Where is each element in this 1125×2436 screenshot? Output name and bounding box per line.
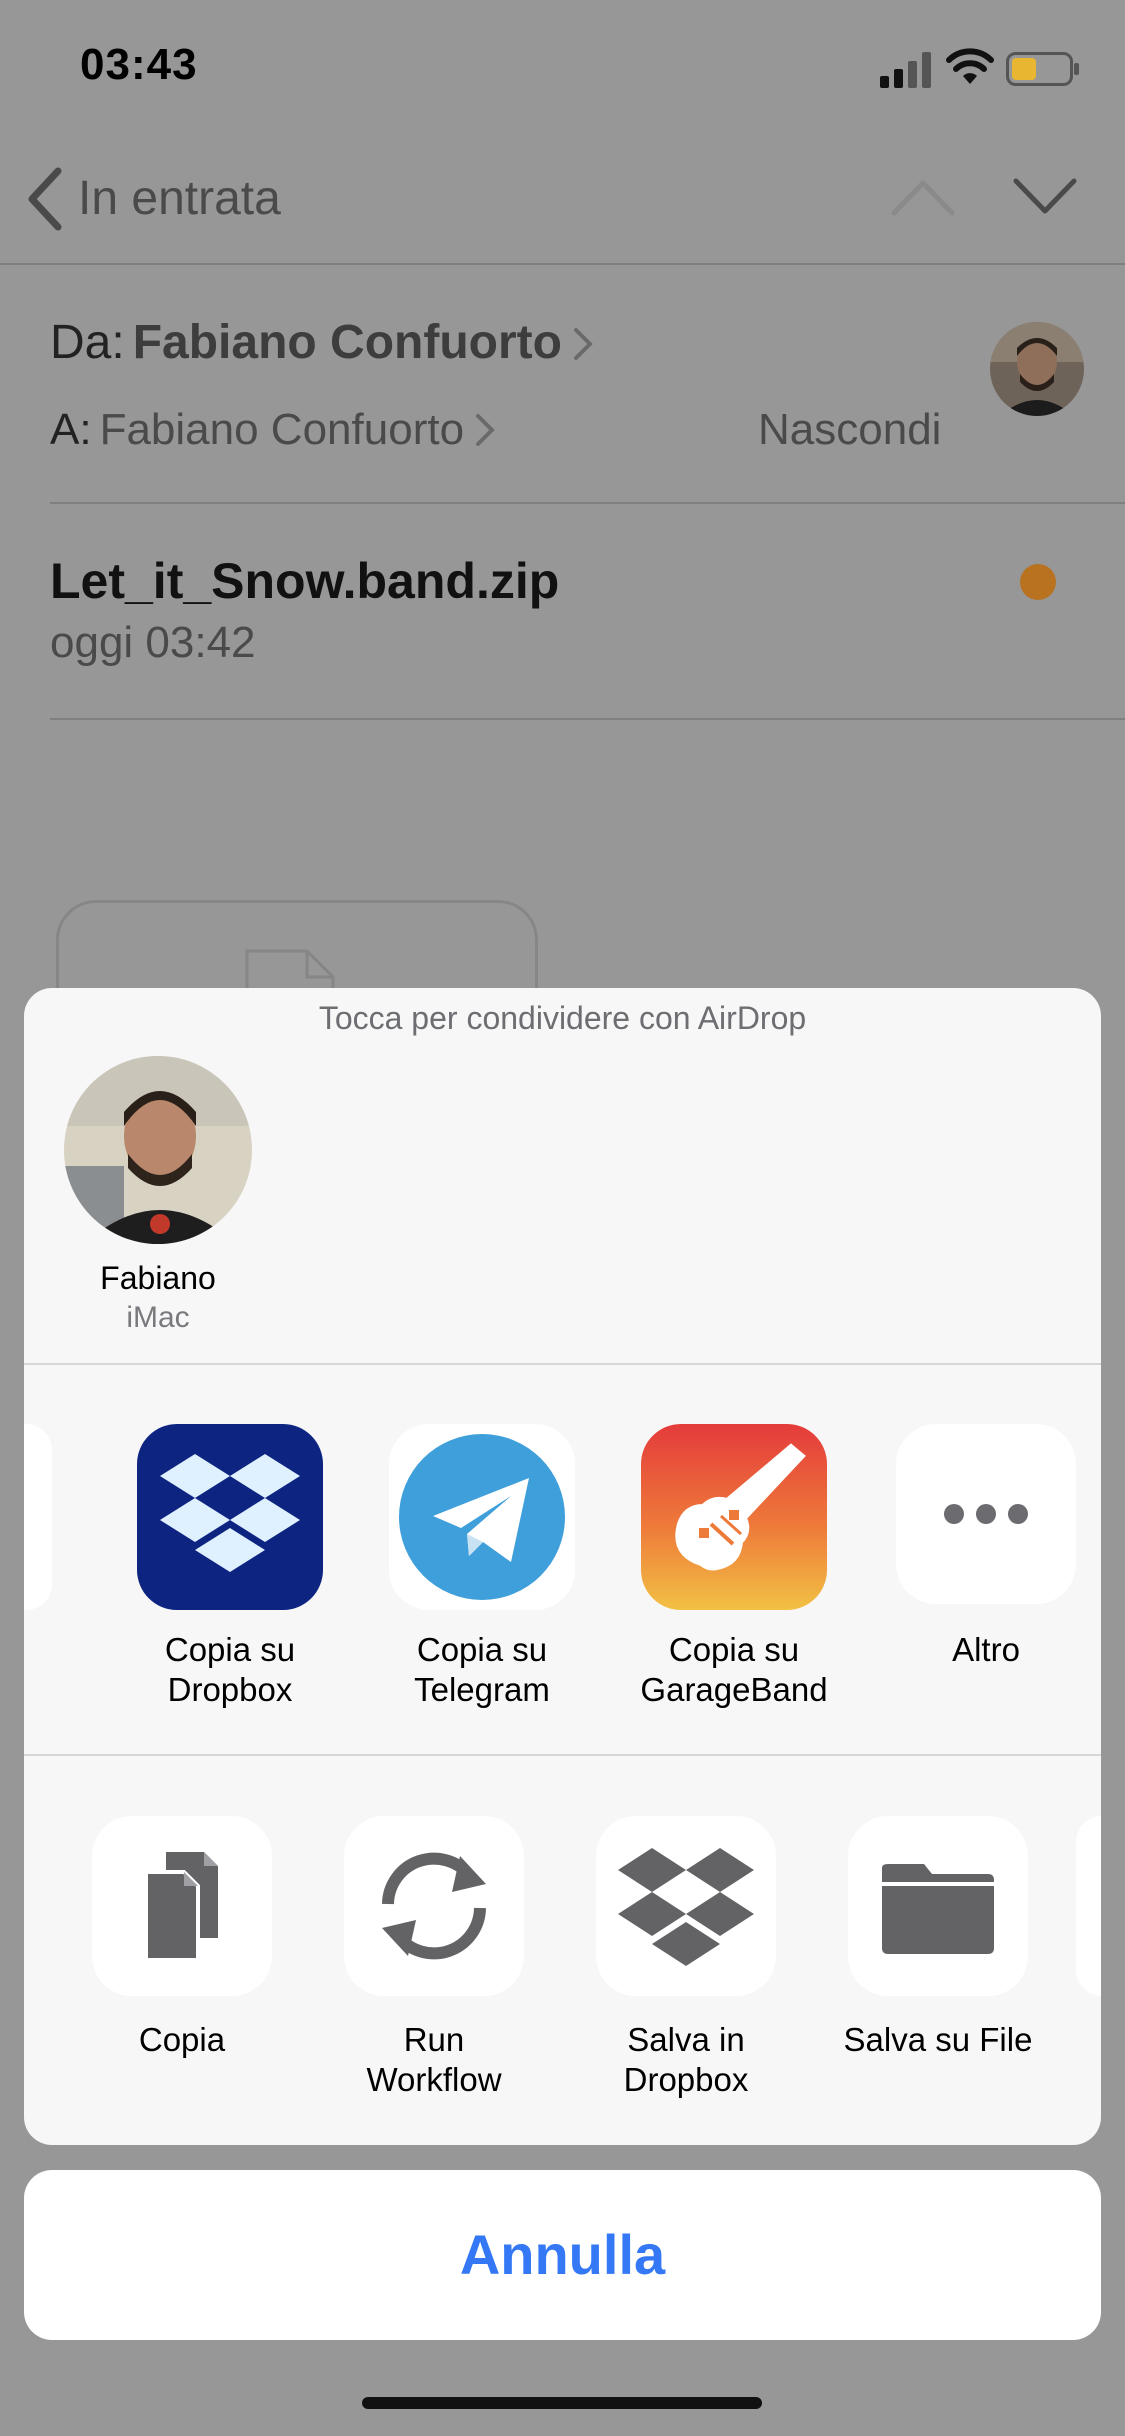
folder-icon[interactable]: [848, 1816, 1028, 1996]
garageband-app-icon[interactable]: [641, 1424, 827, 1610]
subject-divider: [50, 718, 1125, 720]
airdrop-target[interactable]: Fabiano iMac: [64, 1056, 252, 1335]
share-app-label-line2: Telegram: [414, 1671, 550, 1708]
partial-app-icon[interactable]: [24, 1424, 52, 1610]
previous-message-chevron-up-icon[interactable]: [890, 177, 956, 217]
share-app-label-line1: Copia su: [416, 1631, 548, 1668]
status-bar: 03:43: [0, 0, 1125, 135]
to-label: A:: [50, 405, 92, 454]
to-row[interactable]: A: Fabiano Confuorto: [50, 405, 496, 455]
share-app-label-line2: GarageBand: [640, 1671, 828, 1708]
share-app-label-line1: Altro: [952, 1631, 1020, 1668]
airdrop-avatar[interactable]: [64, 1056, 252, 1244]
action-run-workflow[interactable]: Run Workflow: [314, 1816, 554, 2100]
status-time: 03:43: [80, 40, 198, 89]
refresh-icon[interactable]: [344, 1816, 524, 1996]
action-label-line1: Salva in: [627, 2021, 745, 2058]
unread-dot-icon: [1020, 564, 1056, 600]
airdrop-person-name: Fabiano: [100, 1260, 216, 1296]
from-name[interactable]: Fabiano Confuorto: [133, 316, 562, 369]
share-apps-row: Copia su Dropbox Copia su Telegram Copia…: [24, 1424, 1101, 1724]
share-app-label-line2: Dropbox: [167, 1671, 293, 1708]
chevron-right-icon: [476, 414, 495, 446]
airdrop-hint: Tocca per condividere con AirDrop: [318, 1000, 807, 1036]
cancel-button[interactable]: Annulla: [24, 2170, 1101, 2340]
more-icon[interactable]: [896, 1424, 1076, 1604]
wifi-icon: [946, 48, 994, 84]
battery-icon: [1006, 52, 1079, 86]
hide-details-link[interactable]: Nascondi: [758, 405, 941, 455]
sender-photo-icon: [990, 322, 1084, 416]
dropbox-icon[interactable]: [596, 1816, 776, 1996]
share-app-more[interactable]: Altro: [866, 1424, 1101, 1670]
action-save-dropbox[interactable]: Salva in Dropbox: [566, 1816, 806, 2100]
back-chevron-icon[interactable]: [26, 167, 64, 231]
section-separator: [24, 1754, 1101, 1756]
dropbox-app-icon[interactable]: [137, 1424, 323, 1610]
action-label-line1: Salva su File: [843, 2021, 1033, 2058]
back-button-inbox[interactable]: In entrata: [78, 171, 281, 226]
share-app-telegram[interactable]: Copia su Telegram: [362, 1424, 602, 1710]
home-indicator[interactable]: [362, 2397, 762, 2409]
section-separator: [24, 1363, 1101, 1365]
sender-avatar[interactable]: [990, 322, 1084, 416]
partial-action-icon[interactable]: [1076, 1816, 1101, 1996]
header-divider: [50, 502, 1125, 504]
action-copy[interactable]: Copia: [62, 1816, 302, 2060]
copy-icon[interactable]: [92, 1816, 272, 1996]
action-label-line2: Dropbox: [623, 2061, 749, 2098]
from-label: Da:: [50, 316, 125, 369]
share-app-label-line1: Copia su: [164, 1631, 296, 1668]
telegram-app-icon[interactable]: [389, 1424, 575, 1610]
chevron-right-icon: [573, 328, 593, 360]
next-message-chevron-down-icon[interactable]: [1012, 177, 1078, 217]
mail-navigation-bar: In entrata: [0, 135, 1125, 265]
share-actions-row: Copia Run Workflow Salva in Dropbox Salv…: [24, 1816, 1101, 2116]
action-save-files[interactable]: Salva su File: [818, 1816, 1058, 2060]
cellular-signal-icon: [880, 52, 931, 88]
share-app-label-line1: Copia su: [668, 1631, 800, 1668]
share-app-garageband[interactable]: Copia su GarageBand: [614, 1424, 854, 1710]
mail-subject: Let_it_Snow.band.zip: [50, 553, 560, 609]
to-name[interactable]: Fabiano Confuorto: [100, 405, 464, 454]
action-label-line1: Run: [403, 2021, 465, 2058]
airdrop-person-photo-icon: [64, 1056, 252, 1244]
from-row[interactable]: Da: Fabiano Confuorto: [50, 315, 594, 370]
action-label-line2: Workflow: [366, 2061, 502, 2098]
airdrop-person-device: iMac: [126, 1301, 190, 1334]
share-app-dropbox[interactable]: Copia su Dropbox: [110, 1424, 350, 1710]
share-sheet: Tocca per condividere con AirDrop Fabian…: [24, 988, 1101, 2145]
mail-date: oggi 03:42: [50, 618, 256, 667]
action-label-line1: Copia: [138, 2021, 226, 2058]
